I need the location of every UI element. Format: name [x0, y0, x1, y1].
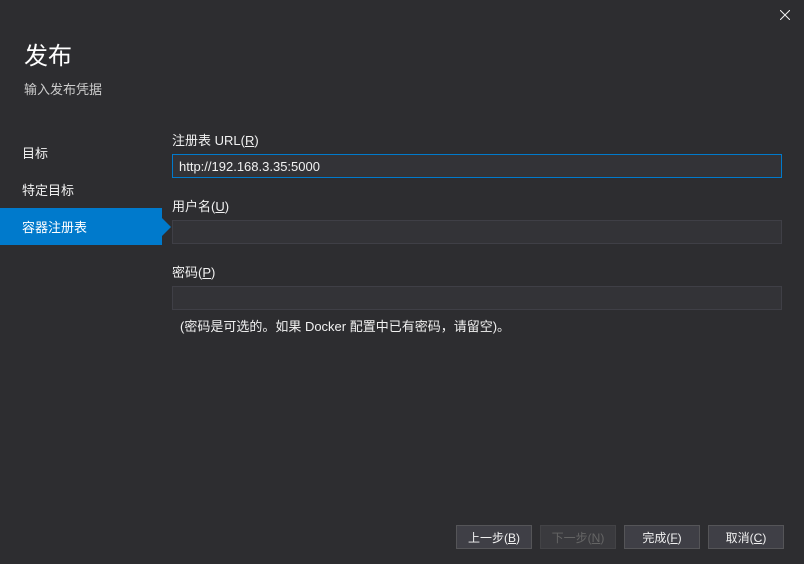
- registry-url-input[interactable]: [172, 154, 782, 178]
- close-icon: [780, 10, 790, 20]
- sidebar-item-container-registry[interactable]: 容器注册表: [0, 208, 162, 245]
- registry-url-group: 注册表 URL(R): [172, 130, 782, 178]
- sidebar-item-label: 容器注册表: [22, 220, 87, 235]
- finish-button[interactable]: 完成(F): [624, 525, 700, 549]
- password-help-text: (密码是可选的。如果 Docker 配置中已有密码，请留空)。: [172, 316, 782, 335]
- dialog-title: 发布: [24, 36, 780, 71]
- dialog-subtitle: 输入发布凭据: [24, 79, 780, 98]
- username-input[interactable]: [172, 220, 782, 244]
- close-button[interactable]: [778, 8, 792, 22]
- cancel-button[interactable]: 取消(C): [708, 525, 784, 549]
- dialog-content: 目标 特定目标 容器注册表 注册表 URL(R) 用户名(U) 密码(P): [0, 116, 804, 516]
- titlebar: [0, 0, 804, 30]
- password-group: 密码(P) (密码是可选的。如果 Docker 配置中已有密码，请留空)。: [172, 262, 782, 335]
- sidebar-item-label: 特定目标: [22, 183, 74, 198]
- sidebar-item-target[interactable]: 目标: [0, 134, 162, 171]
- next-button: 下一步(N): [540, 525, 616, 549]
- form-area: 注册表 URL(R) 用户名(U) 密码(P) (密码是可选的。如果 Docke…: [162, 116, 804, 516]
- password-label: 密码(P): [172, 262, 782, 281]
- sidebar-item-specific-target[interactable]: 特定目标: [0, 171, 162, 208]
- sidebar-item-label: 目标: [22, 146, 48, 161]
- registry-url-label: 注册表 URL(R): [172, 130, 782, 149]
- back-button[interactable]: 上一步(B): [456, 525, 532, 549]
- wizard-sidebar: 目标 特定目标 容器注册表: [0, 116, 162, 516]
- username-label: 用户名(U): [172, 196, 782, 215]
- username-group: 用户名(U): [172, 196, 782, 244]
- password-input[interactable]: [172, 286, 782, 310]
- dialog-header: 发布 输入发布凭据: [0, 30, 804, 116]
- dialog-footer: 上一步(B) 下一步(N) 完成(F) 取消(C): [0, 510, 804, 564]
